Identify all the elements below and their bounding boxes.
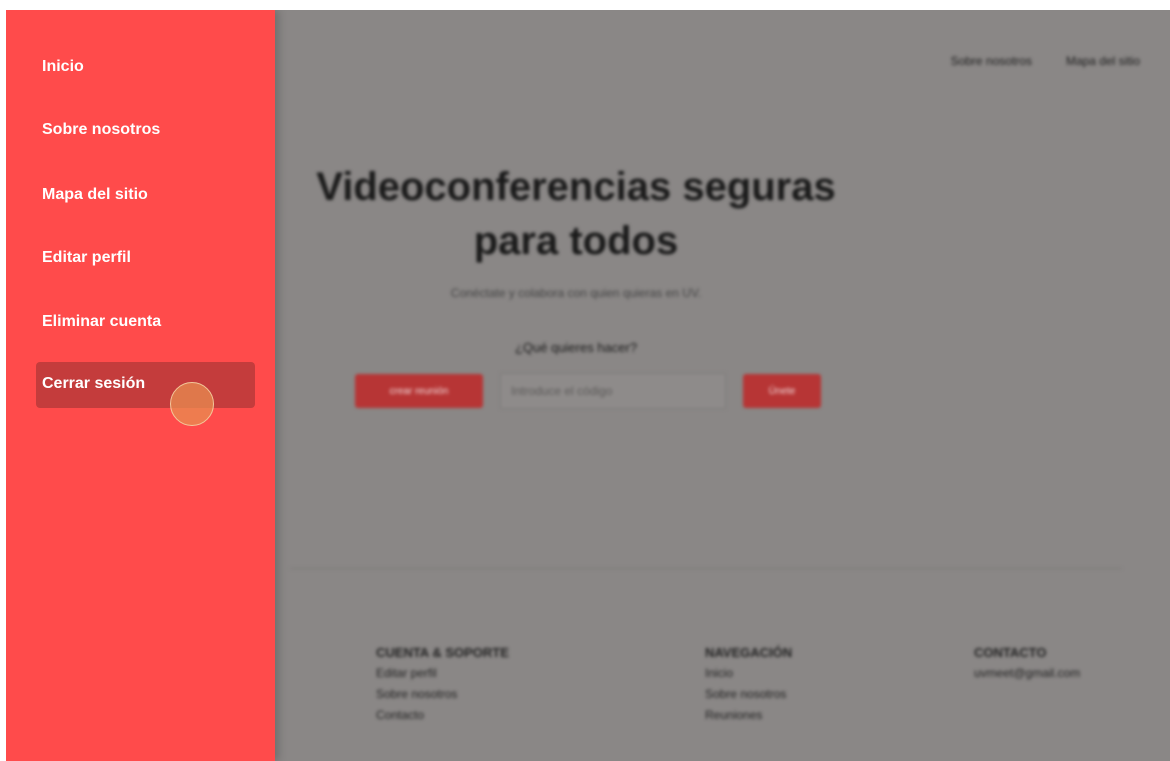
meeting-code-input[interactable]	[500, 373, 726, 409]
footer-heading: CUENTA & SOPORTE	[376, 645, 509, 660]
sidebar-menu: Inicio Sobre nosotros Mapa del sitio Edi…	[6, 10, 275, 761]
footer-link[interactable]: Editar perfil	[376, 663, 509, 684]
sidebar-item-sitemap[interactable]: Mapa del sitio	[42, 186, 148, 204]
sidebar-item-logout[interactable]: Cerrar sesión	[36, 362, 255, 408]
sidebar-item-about[interactable]: Sobre nosotros	[42, 121, 160, 139]
hero-title-line-2: para todos	[473, 219, 679, 263]
footer-link[interactable]: Sobre nosotros	[376, 684, 509, 705]
footer-link[interactable]: Sobre nosotros	[705, 684, 792, 705]
topnav-link-sitemap[interactable]: Mapa del sitio	[1066, 54, 1140, 68]
sidebar-item-delete-account[interactable]: Eliminar cuenta	[42, 313, 161, 331]
sidebar-item-home[interactable]: Inicio	[42, 58, 84, 76]
join-meeting-button[interactable]: Únete	[743, 374, 821, 408]
footer-column-account: CUENTA & SOPORTE Editar perfil Sobre nos…	[376, 642, 509, 726]
create-meeting-button[interactable]: crear reunión	[355, 374, 483, 408]
hero-title-line-1: Videoconferencias seguras	[316, 165, 836, 209]
footer-link-email[interactable]: uvmeet@gmail.com	[974, 663, 1080, 684]
footer-link[interactable]: Inicio	[705, 663, 792, 684]
footer-heading: CONTACTO	[974, 645, 1047, 660]
hero-subtitle: Conéctate y colabora con quien quieras e…	[450, 286, 702, 300]
footer-heading: NAVEGACIÓN	[705, 645, 793, 660]
hero-question: ¿Qué quieres hacer?	[514, 340, 638, 355]
footer-link[interactable]: Reuniones	[705, 705, 792, 726]
footer-divider	[290, 568, 1122, 569]
hero-title: Videoconferencias seguras para todos	[276, 160, 876, 268]
app-viewport: Sobre nosotros Mapa del sitio Videoconfe…	[6, 10, 1170, 761]
topnav-link-about[interactable]: Sobre nosotros	[951, 54, 1032, 68]
footer-link[interactable]: Contacto	[376, 705, 509, 726]
footer-column-navigation: NAVEGACIÓN Inicio Sobre nosotros Reunion…	[705, 642, 792, 726]
footer-column-contact: CONTACTO uvmeet@gmail.com	[974, 642, 1080, 684]
top-navigation: Sobre nosotros Mapa del sitio	[951, 54, 1140, 68]
sidebar-item-edit-profile[interactable]: Editar perfil	[42, 249, 131, 267]
